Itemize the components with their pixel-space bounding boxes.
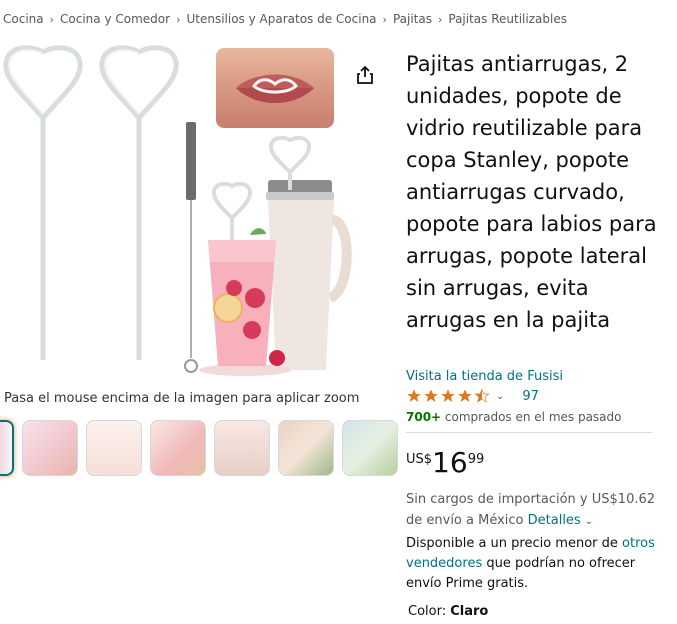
star-icon [458, 389, 472, 402]
star-rating[interactable] [406, 388, 490, 404]
main-product-image[interactable] [0, 40, 400, 385]
breadcrumb-cocina-comedor[interactable]: Cocina y Comedor [60, 12, 170, 26]
store-link[interactable]: Visita la tienda de Fusisi [406, 369, 563, 384]
bought-count: 700+ [406, 410, 442, 424]
zoom-hint: Pasa el mouse encima de la imagen para a… [4, 391, 360, 406]
color-selection: Color: Claro [408, 604, 488, 619]
shipping-info: Sin cargos de importación y US$10.62 de … [406, 489, 668, 532]
thumbnail-5[interactable] [214, 420, 270, 476]
price-fraction: 99 [467, 452, 485, 467]
breadcrumb-separator: › [437, 12, 443, 26]
product-title: Pajitas antiarrugas, 2 unidades, popote … [406, 52, 657, 332]
thumbnail-1[interactable] [0, 420, 14, 476]
star-half-icon [474, 388, 490, 403]
divider [406, 432, 652, 433]
price-currency: US$ [406, 452, 433, 467]
thumbnail-strip [0, 420, 398, 476]
chevron-down-icon[interactable]: ⌄ [585, 516, 593, 527]
other-sellers-prefix: Disponible a un precio menor de [406, 536, 623, 551]
bought-text: comprados en el mes pasado [441, 410, 622, 424]
thumbnail-7[interactable] [342, 420, 398, 476]
thumbnail-4[interactable] [150, 420, 206, 476]
star-icon [407, 389, 421, 402]
breadcrumb-separator: › [176, 12, 181, 26]
breadcrumb-pajitas-reutilizables[interactable]: Pajitas Reutilizables [448, 12, 567, 26]
breadcrumb-utensilios[interactable]: Utensilios y Aparatos de Cocina [186, 12, 376, 26]
thumbnail-2[interactable] [22, 420, 78, 476]
shipping-details-link[interactable]: Detalles [528, 513, 581, 528]
lips-illustration [236, 74, 314, 103]
share-icon [357, 65, 373, 84]
rating-row: ⌄ 97 [406, 388, 539, 404]
thumbnail-6[interactable] [278, 420, 334, 476]
thumbnail-3[interactable] [86, 420, 142, 476]
color-value: Claro [450, 604, 489, 619]
breadcrumb-separator: › [49, 12, 55, 26]
price: US$ 16 99 [406, 448, 484, 478]
color-label: Color: [408, 604, 451, 619]
breadcrumb-separator: › [382, 12, 387, 26]
bought-last-month: 700+ comprados en el mes pasado [406, 410, 622, 424]
breadcrumb-cocina[interactable]: Cocina [3, 12, 44, 26]
other-sellers-info: Disponible a un precio menor de otros ve… [406, 534, 668, 594]
breadcrumb-pajitas[interactable]: Pajitas [393, 12, 432, 26]
lips-demo-image [216, 48, 334, 128]
rating-count[interactable]: 97 [522, 389, 539, 404]
star-icon [441, 389, 455, 402]
product-illustration [3, 45, 352, 376]
breadcrumb: Cocina › Cocina y Comedor › Utensilios y… [3, 12, 567, 26]
chevron-down-icon[interactable]: ⌄ [496, 391, 504, 402]
star-icon [424, 389, 438, 402]
share-button[interactable] [352, 62, 378, 88]
price-whole: 16 [432, 446, 468, 479]
